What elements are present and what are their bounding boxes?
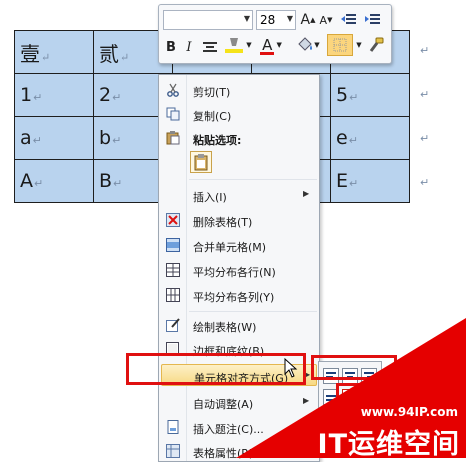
font-color-button[interactable]: A ▼ <box>257 35 287 55</box>
table-cell[interactable]: 壹↵ <box>14 30 94 74</box>
font-size-value: 28 <box>260 13 276 27</box>
highlighter-icon <box>225 38 244 53</box>
menu-item-autofit[interactable]: 自动调整(A) ▶ <box>159 391 319 413</box>
paint-bucket-icon <box>298 37 313 51</box>
end-of-row-mark: ↵ <box>420 88 430 101</box>
center-align-icon <box>203 42 217 52</box>
increase-indent-icon <box>365 14 380 24</box>
table-cell[interactable]: E↵ <box>330 159 410 203</box>
menu-separator <box>189 311 317 312</box>
paste-icon <box>166 131 180 145</box>
chevron-down-icon[interactable]: ▼ <box>287 14 293 23</box>
font-name-box[interactable]: ▼ <box>163 10 253 30</box>
paste-keep-source-button[interactable] <box>190 151 212 173</box>
borders-button[interactable] <box>327 34 353 56</box>
context-menu: 剪切(T) 复制(C) 粘贴选项: 插入(I) ▶ 删除表格(T) 合并单元格(… <box>158 74 320 462</box>
font-color-swatch <box>260 52 275 55</box>
menu-separator <box>189 179 317 180</box>
watermark-text: IT运维空间 <box>317 429 460 460</box>
draw-table-icon <box>166 318 180 332</box>
chevron-down-icon[interactable]: ▼ <box>353 35 365 55</box>
increase-indent-button[interactable] <box>363 10 383 30</box>
shrink-font-button[interactable]: A ▼ <box>317 10 335 30</box>
menu-item-distribute-rows[interactable]: 平均分布各行(N) <box>159 259 319 281</box>
bold-button[interactable]: B <box>163 37 179 57</box>
menu-item-copy[interactable]: 复制(C) <box>159 103 319 125</box>
grow-font-button[interactable]: A ▲ <box>299 10 317 30</box>
font-size-box[interactable]: 28 ▼ <box>256 10 296 30</box>
table-properties-icon <box>166 444 180 458</box>
decrease-indent-icon <box>341 14 356 24</box>
chevron-right-icon: ▶ <box>303 189 310 198</box>
end-of-row-mark: ↵ <box>420 132 430 145</box>
format-painter-icon <box>369 37 384 52</box>
chevron-down-icon[interactable]: ▼ <box>244 14 250 23</box>
watermark-url: www.94IP.com <box>360 405 458 419</box>
table-cell[interactable]: a↵ <box>14 116 94 160</box>
decrease-indent-button[interactable] <box>339 10 359 30</box>
scissors-icon <box>167 83 179 97</box>
highlight-box <box>126 353 306 385</box>
table-cell[interactable]: 5↵ <box>330 73 410 117</box>
delete-table-icon <box>166 213 180 227</box>
distribute-columns-icon <box>166 288 180 302</box>
table-cell[interactable]: 1↵ <box>14 73 94 117</box>
menu-item-merge-cells[interactable]: 合并单元格(M) <box>159 234 319 256</box>
chevron-right-icon: ▶ <box>303 396 310 405</box>
end-of-row-mark: ↵ <box>420 176 430 189</box>
table-cell[interactable]: e↵ <box>330 116 410 160</box>
menu-item-delete-table[interactable]: 删除表格(T) <box>159 209 319 231</box>
distribute-rows-icon <box>166 263 180 277</box>
center-align-button[interactable] <box>201 37 219 57</box>
borders-icon <box>333 38 347 52</box>
format-painter-button[interactable] <box>365 35 387 55</box>
menu-item-paste-options: 粘贴选项: <box>159 127 319 149</box>
merge-cells-icon <box>166 238 180 252</box>
insert-caption-icon <box>167 420 179 434</box>
copy-icon <box>166 107 180 121</box>
italic-button[interactable]: I <box>181 37 197 57</box>
menu-item-distribute-columns[interactable]: 平均分布各列(Y) <box>159 284 319 306</box>
menu-item-cut[interactable]: 剪切(T) <box>159 79 319 101</box>
shading-button[interactable]: ▼ <box>293 35 323 55</box>
menu-item-draw-table[interactable]: 绘制表格(W) <box>159 314 319 336</box>
highlight-color-button[interactable]: ▼ <box>223 35 253 55</box>
mini-toolbar: ▼ 28 ▼ A ▲ A ▼ B I ▼ A ▼ ▼ ▼ <box>158 4 392 64</box>
clipboard-icon <box>194 154 208 171</box>
table-cell[interactable]: A↵ <box>14 159 94 203</box>
menu-item-insert[interactable]: 插入(I) ▶ <box>159 184 319 206</box>
end-of-row-mark: ↵ <box>420 44 430 57</box>
